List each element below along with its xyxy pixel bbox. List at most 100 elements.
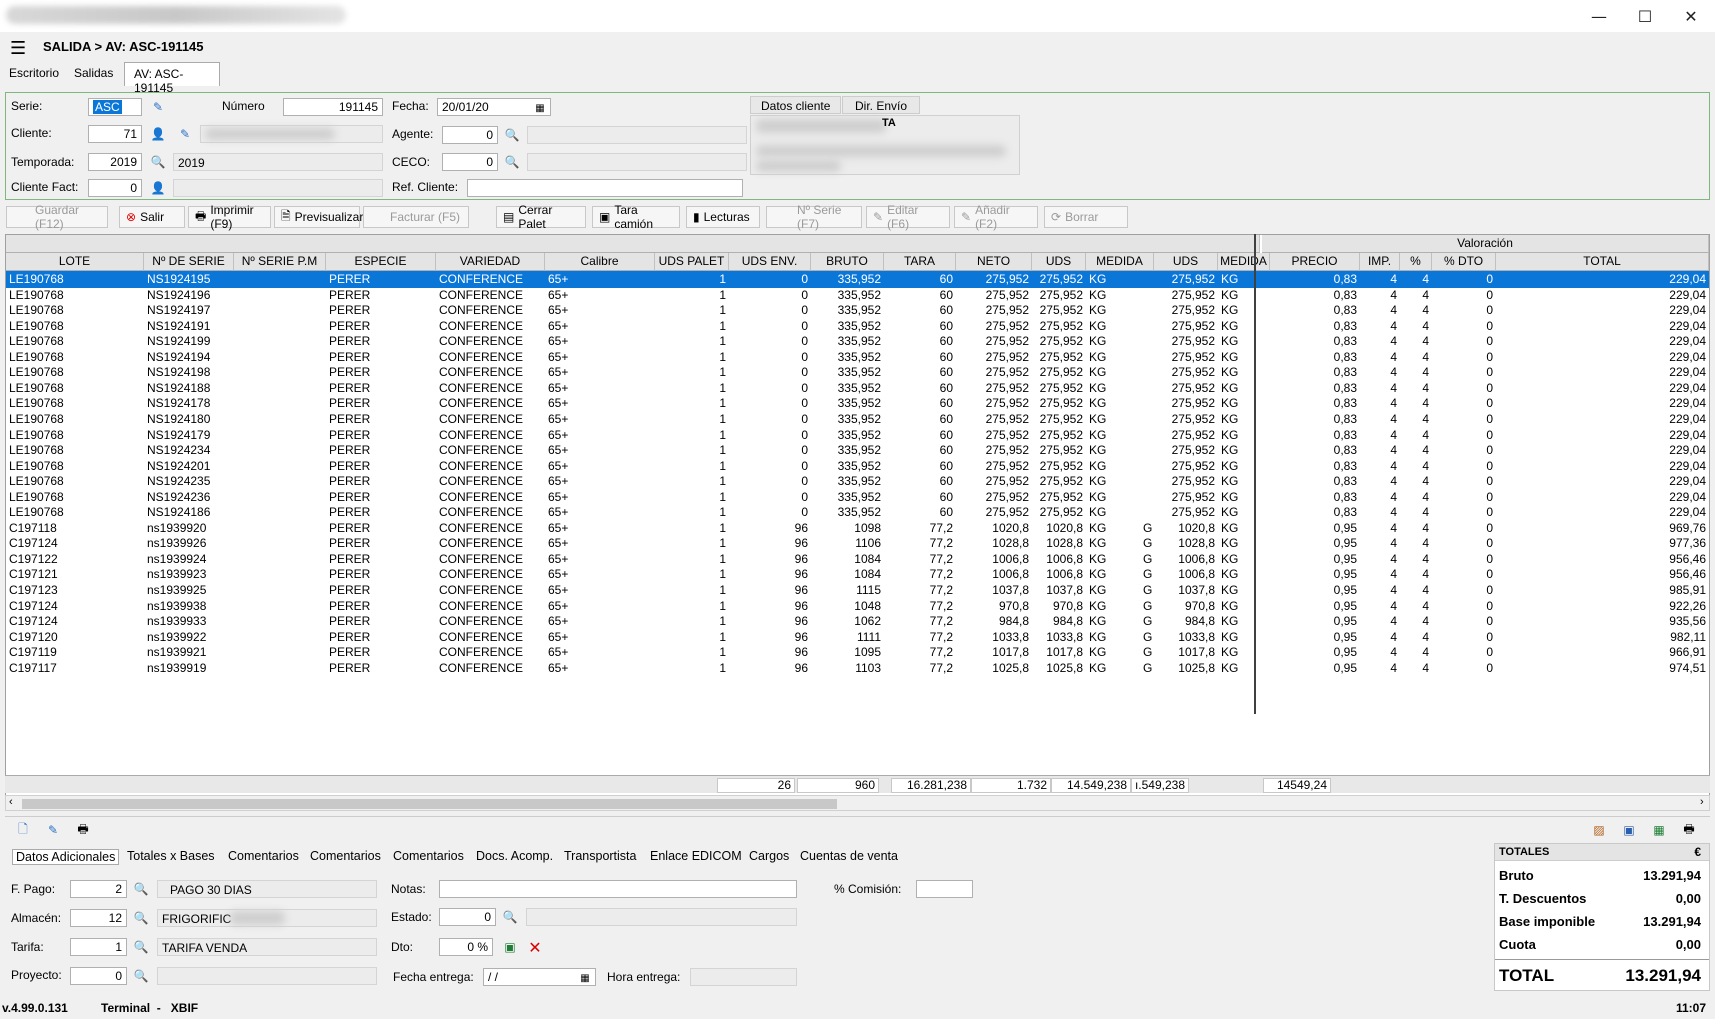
- tab-totales-bases[interactable]: Totales x Bases: [127, 849, 215, 863]
- search-icon[interactable]: 🔍: [132, 880, 150, 898]
- serie-input[interactable]: ASC: [88, 98, 142, 116]
- table-row[interactable]: LE190768 NS1924198 PERER CONFERENCE 65+ 1 0 335…: [6, 364, 1709, 381]
- table-row[interactable]: C197121 ns1939923 PERER CONFERENCE 65+ 1 96 108…: [6, 566, 1709, 583]
- table-row[interactable]: C197120 ns1939922 PERER CONFERENCE 65+ 1 96 111…: [6, 629, 1709, 646]
- tab-salidas[interactable]: Salidas: [65, 62, 122, 86]
- printer-icon[interactable]: 🖶: [1680, 821, 1698, 839]
- almacen-input[interactable]: 12: [70, 909, 127, 927]
- column-header[interactable]: MEDIDA: [1218, 253, 1270, 271]
- edit-icon[interactable]: ✎: [44, 821, 62, 839]
- column-header[interactable]: Nº SERIE P.M: [234, 253, 326, 271]
- table-row[interactable]: LE190768 NS1924194 PERER CONFERENCE 65+ 1 0 335…: [6, 349, 1709, 366]
- edit-icon[interactable]: ✎: [176, 125, 194, 143]
- table-row[interactable]: LE190768 NS1924196 PERER CONFERENCE 65+ 1 0 335…: [6, 287, 1709, 304]
- table-row[interactable]: LE190768 NS1924199 PERER CONFERENCE 65+ 1 0 335…: [6, 333, 1709, 350]
- calculator-icon[interactable]: ▨: [1590, 821, 1608, 839]
- tab-escritorio[interactable]: Escritorio: [0, 62, 68, 86]
- close-icon[interactable]: ✕: [526, 938, 544, 957]
- table-row[interactable]: LE190768 NS1924180 PERER CONFERENCE 65+ 1 0 335…: [6, 411, 1709, 428]
- nserie-button[interactable]: Nº Serie (F7): [766, 203, 862, 231]
- table-row[interactable]: LE190768 NS1924234 PERER CONFERENCE 65+ 1 0 335…: [6, 442, 1709, 459]
- dto-input[interactable]: 0 %: [439, 938, 493, 956]
- column-header[interactable]: %: [1400, 253, 1432, 271]
- minimize-button[interactable]: —: [1576, 0, 1622, 32]
- calendar-icon[interactable]: ▦: [531, 99, 549, 117]
- column-header[interactable]: TARA: [884, 253, 956, 271]
- tarifa-input[interactable]: 1: [70, 938, 127, 956]
- table-row[interactable]: LE190768 NS1924236 PERER CONFERENCE 65+ 1 0 335…: [6, 489, 1709, 506]
- table-row[interactable]: LE190768 NS1924179 PERER CONFERENCE 65+ 1 0 335…: [6, 427, 1709, 444]
- tab-comentarios-3[interactable]: Comentarios: [393, 849, 464, 863]
- table-row[interactable]: LE190768 NS1924188 PERER CONFERENCE 65+ 1 0 335…: [6, 380, 1709, 397]
- edit-icon[interactable]: ✎: [149, 98, 167, 116]
- search-icon[interactable]: 🔍: [132, 938, 150, 956]
- anadir-button[interactable]: ✎ Añadir (F2): [954, 203, 1038, 231]
- tab-dir-envio[interactable]: Dir. Envío: [842, 96, 921, 114]
- table-row[interactable]: C197124 ns1939938 PERER CONFERENCE 65+ 1 96 104…: [6, 598, 1709, 615]
- tab-comentarios-1[interactable]: Comentarios: [228, 849, 299, 863]
- column-header[interactable]: TOTAL: [1496, 253, 1709, 271]
- lines-grid[interactable]: Valoración LOTE Nº DE SERIE Nº SERIE P.M ES…: [5, 234, 1710, 804]
- table-row[interactable]: C197122 ns1939924 PERER CONFERENCE 65+ 1 96 108…: [6, 551, 1709, 568]
- new-line-icon[interactable]: 🗋: [14, 821, 32, 839]
- numero-input[interactable]: 191145: [283, 98, 383, 116]
- tab-comentarios-2[interactable]: Comentarios: [310, 849, 381, 863]
- tab-av[interactable]: AV: ASC-191145: [124, 62, 220, 95]
- excel-icon[interactable]: ▦: [1650, 821, 1668, 839]
- table-row[interactable]: C197117 ns1939919 PERER CONFERENCE 65+ 1 96 110…: [6, 660, 1709, 677]
- tab-transportista[interactable]: Transportista: [564, 849, 636, 863]
- tara-camion-button[interactable]: ▣ Tara camión: [592, 203, 680, 231]
- proyecto-input[interactable]: 0: [70, 967, 127, 985]
- table-row[interactable]: C197119 ns1939921 PERER CONFERENCE 65+ 1 96 109…: [6, 644, 1709, 661]
- imprimir-button[interactable]: 🖶 Imprimir (F9): [188, 203, 271, 231]
- column-header[interactable]: ESPECIE: [326, 253, 436, 271]
- hora-entrega-input[interactable]: [690, 968, 797, 986]
- column-header[interactable]: Nº DE SERIE: [144, 253, 234, 271]
- table-row[interactable]: LE190768 NS1924201 PERER CONFERENCE 65+ 1 0 335…: [6, 458, 1709, 475]
- editar-button[interactable]: ✎ Editar (F6): [866, 203, 950, 231]
- cliente-input[interactable]: 71: [88, 125, 142, 143]
- salir-button[interactable]: ⊗ Salir: [119, 206, 185, 228]
- search-icon[interactable]: 🔍: [503, 153, 521, 171]
- lecturas-button[interactable]: ▮ Lecturas: [686, 206, 760, 228]
- clientefact-input[interactable]: 0: [88, 179, 142, 197]
- column-header[interactable]: Calibre: [545, 253, 655, 271]
- column-header[interactable]: % DTO: [1432, 253, 1496, 271]
- maximize-button[interactable]: ☐: [1622, 0, 1668, 32]
- table-row[interactable]: LE190768 NS1924195 PERER CONFERENCE 65+ 1 0 335…: [6, 271, 1709, 288]
- column-header[interactable]: UDS ENV.: [729, 253, 811, 271]
- refcliente-input[interactable]: [467, 179, 743, 197]
- calendar-icon[interactable]: ▦: [576, 969, 594, 987]
- guardar-button[interactable]: Guardar (F12): [6, 203, 108, 231]
- tab-cuentas-venta[interactable]: Cuentas de venta: [800, 849, 898, 863]
- table-row[interactable]: LE190768 NS1924191 PERER CONFERENCE 65+ 1 0 335…: [6, 318, 1709, 335]
- column-header[interactable]: MEDIDA: [1086, 253, 1154, 271]
- column-header[interactable]: PRECIO: [1270, 253, 1360, 271]
- fpago-input[interactable]: 2: [70, 880, 127, 898]
- close-button[interactable]: ✕: [1668, 0, 1714, 32]
- table-row[interactable]: LE190768 NS1924178 PERER CONFERENCE 65+ 1 0 335…: [6, 395, 1709, 412]
- discount-icon[interactable]: ▣: [501, 938, 519, 956]
- scroll-left-icon[interactable]: ‹: [9, 796, 13, 808]
- save-icon[interactable]: ▣: [1620, 821, 1638, 839]
- table-row[interactable]: C197124 ns1939926 PERER CONFERENCE 65+ 1 96 110…: [6, 535, 1709, 552]
- comision-input[interactable]: [916, 880, 973, 898]
- table-row[interactable]: LE190768 NS1924186 PERER CONFERENCE 65+ 1 0 335…: [6, 504, 1709, 521]
- temporada-input[interactable]: 2019: [88, 153, 142, 171]
- column-header[interactable]: NETO: [956, 253, 1032, 271]
- search-icon[interactable]: 🔍: [132, 909, 150, 927]
- column-header[interactable]: IMP.: [1360, 253, 1400, 271]
- tab-enlace-edicom[interactable]: Enlace EDICOM: [650, 849, 742, 863]
- borrar-button[interactable]: ⟳ Borrar: [1044, 206, 1128, 228]
- tab-datos-cliente[interactable]: Datos cliente: [750, 96, 842, 114]
- search-icon[interactable]: 🔍: [132, 967, 150, 985]
- scrollbar-thumb[interactable]: [22, 799, 837, 809]
- column-header[interactable]: UDS PALET: [655, 253, 729, 271]
- column-header[interactable]: UDS: [1032, 253, 1086, 271]
- column-header[interactable]: LOTE: [6, 253, 144, 271]
- tab-datos-adicionales[interactable]: Datos Adicionales: [12, 849, 120, 865]
- tab-docs-acomp[interactable]: Docs. Acomp.: [476, 849, 553, 863]
- table-row[interactable]: C197123 ns1939925 PERER CONFERENCE 65+ 1 96 111…: [6, 582, 1709, 599]
- table-row[interactable]: C197124 ns1939933 PERER CONFERENCE 65+ 1 96 106…: [6, 613, 1709, 630]
- notas-input[interactable]: [439, 880, 797, 898]
